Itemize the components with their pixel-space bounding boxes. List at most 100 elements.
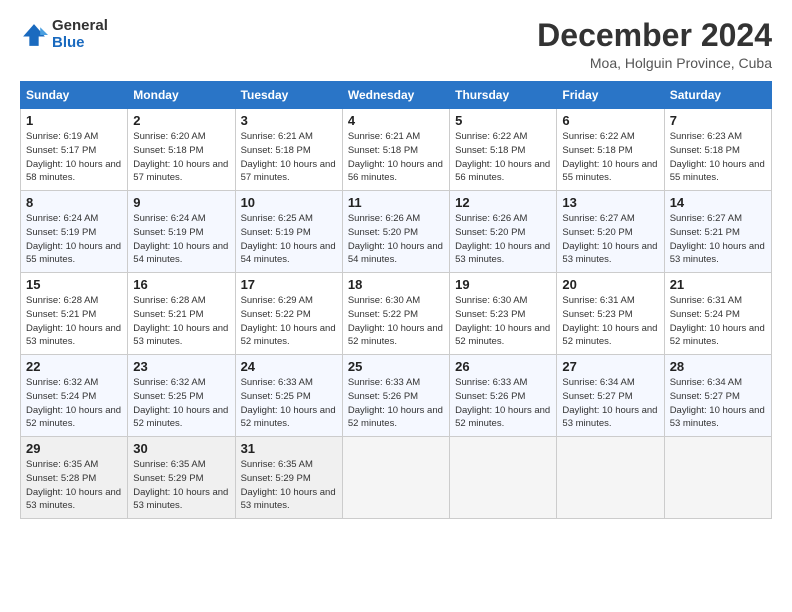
calendar-cell: 8Sunrise: 6:24 AM Sunset: 5:19 PM Daylig… <box>21 191 128 273</box>
calendar-cell: 22 Sunrise: 6:32 AM Sunset: 5:24 PM Dayli… <box>21 355 128 437</box>
day-number: 28 <box>670 359 766 374</box>
header: General Blue December 2024 Moa, Holguin … <box>20 18 772 71</box>
calendar-cell: 13Sunrise: 6:27 AM Sunset: 5:20 PM Dayli… <box>557 191 664 273</box>
calendar-weekday-friday: Friday <box>557 82 664 109</box>
day-number: 11 <box>348 195 444 210</box>
calendar-cell: 30 Sunrise: 6:35 AM Sunset: 5:29 PM Dayli… <box>128 437 235 519</box>
day-info: Sunrise: 6:27 AM Sunset: 5:21 PM Dayligh… <box>670 212 766 267</box>
calendar-weekday-thursday: Thursday <box>450 82 557 109</box>
day-info: Sunrise: 6:35 AM Sunset: 5:29 PM Dayligh… <box>241 458 337 513</box>
day-number: 16 <box>133 277 229 292</box>
logo-general-text: General <box>52 18 108 35</box>
calendar-cell: 10Sunrise: 6:25 AM Sunset: 5:19 PM Dayli… <box>235 191 342 273</box>
day-info: Sunrise: 6:23 AM Sunset: 5:18 PM Dayligh… <box>670 130 766 185</box>
day-info: Sunrise: 6:34 AM Sunset: 5:27 PM Dayligh… <box>562 376 658 431</box>
calendar-week-row: 1Sunrise: 6:19 AM Sunset: 5:17 PM Daylig… <box>21 109 772 191</box>
day-info: Sunrise: 6:26 AM Sunset: 5:20 PM Dayligh… <box>348 212 444 267</box>
day-number: 14 <box>670 195 766 210</box>
calendar-cell: 25 Sunrise: 6:33 AM Sunset: 5:26 PM Dayli… <box>342 355 449 437</box>
day-info: Sunrise: 6:33 AM Sunset: 5:26 PM Dayligh… <box>348 376 444 431</box>
calendar-cell: 9Sunrise: 6:24 AM Sunset: 5:19 PM Daylig… <box>128 191 235 273</box>
calendar-cell: 20 Sunrise: 6:31 AM Sunset: 5:23 PM Dayli… <box>557 273 664 355</box>
calendar-cell: 29 Sunrise: 6:35 AM Sunset: 5:28 PM Dayli… <box>21 437 128 519</box>
calendar-cell <box>664 437 771 519</box>
day-info: Sunrise: 6:24 AM Sunset: 5:19 PM Dayligh… <box>133 212 229 267</box>
day-number: 21 <box>670 277 766 292</box>
calendar-week-row: 22 Sunrise: 6:32 AM Sunset: 5:24 PM Dayli… <box>21 355 772 437</box>
day-number: 10 <box>241 195 337 210</box>
day-number: 17 <box>241 277 337 292</box>
calendar-cell <box>450 437 557 519</box>
calendar-cell <box>557 437 664 519</box>
calendar-cell: 11 Sunrise: 6:26 AM Sunset: 5:20 PM Dayli… <box>342 191 449 273</box>
calendar-weekday-saturday: Saturday <box>664 82 771 109</box>
day-number: 29 <box>26 441 122 456</box>
calendar-cell: 28 Sunrise: 6:34 AM Sunset: 5:27 PM Dayli… <box>664 355 771 437</box>
calendar-table: SundayMondayTuesdayWednesdayThursdayFrid… <box>20 81 772 519</box>
day-info: Sunrise: 6:22 AM Sunset: 5:18 PM Dayligh… <box>455 130 551 185</box>
day-number: 24 <box>241 359 337 374</box>
day-info: Sunrise: 6:27 AM Sunset: 5:20 PM Dayligh… <box>562 212 658 267</box>
day-number: 25 <box>348 359 444 374</box>
day-number: 6 <box>562 113 658 128</box>
day-info: Sunrise: 6:31 AM Sunset: 5:23 PM Dayligh… <box>562 294 658 349</box>
calendar-cell: 31 Sunrise: 6:35 AM Sunset: 5:29 PM Dayli… <box>235 437 342 519</box>
calendar-weekday-sunday: Sunday <box>21 82 128 109</box>
calendar-week-row: 29 Sunrise: 6:35 AM Sunset: 5:28 PM Dayli… <box>21 437 772 519</box>
page-subtitle: Moa, Holguin Province, Cuba <box>537 55 772 71</box>
day-number: 7 <box>670 113 766 128</box>
calendar-weekday-tuesday: Tuesday <box>235 82 342 109</box>
calendar-cell: 14 Sunrise: 6:27 AM Sunset: 5:21 PM Dayli… <box>664 191 771 273</box>
calendar-cell: 21 Sunrise: 6:31 AM Sunset: 5:24 PM Dayli… <box>664 273 771 355</box>
day-number: 15 <box>26 277 122 292</box>
day-info: Sunrise: 6:32 AM Sunset: 5:24 PM Dayligh… <box>26 376 122 431</box>
calendar-cell: 2 Sunrise: 6:20 AM Sunset: 5:18 PM Daylig… <box>128 109 235 191</box>
calendar-cell: 1Sunrise: 6:19 AM Sunset: 5:17 PM Daylig… <box>21 109 128 191</box>
calendar-cell: 23Sunrise: 6:32 AM Sunset: 5:25 PM Dayli… <box>128 355 235 437</box>
calendar-cell: 24 Sunrise: 6:33 AM Sunset: 5:25 PM Dayli… <box>235 355 342 437</box>
day-number: 2 <box>133 113 229 128</box>
calendar-cell: 26Sunrise: 6:33 AM Sunset: 5:26 PM Dayli… <box>450 355 557 437</box>
day-info: Sunrise: 6:24 AM Sunset: 5:19 PM Dayligh… <box>26 212 122 267</box>
day-info: Sunrise: 6:28 AM Sunset: 5:21 PM Dayligh… <box>26 294 122 349</box>
calendar-week-row: 15 Sunrise: 6:28 AM Sunset: 5:21 PM Dayli… <box>21 273 772 355</box>
day-number: 31 <box>241 441 337 456</box>
day-info: Sunrise: 6:34 AM Sunset: 5:27 PM Dayligh… <box>670 376 766 431</box>
calendar-cell: 3 Sunrise: 6:21 AM Sunset: 5:18 PM Daylig… <box>235 109 342 191</box>
day-info: Sunrise: 6:21 AM Sunset: 5:18 PM Dayligh… <box>241 130 337 185</box>
page-title: December 2024 <box>537 18 772 53</box>
logo: General Blue <box>20 18 108 51</box>
calendar-cell <box>342 437 449 519</box>
day-info: Sunrise: 6:35 AM Sunset: 5:28 PM Dayligh… <box>26 458 122 513</box>
day-number: 30 <box>133 441 229 456</box>
day-number: 27 <box>562 359 658 374</box>
day-number: 20 <box>562 277 658 292</box>
day-info: Sunrise: 6:21 AM Sunset: 5:18 PM Dayligh… <box>348 130 444 185</box>
day-number: 12 <box>455 195 551 210</box>
title-block: December 2024 Moa, Holguin Province, Cub… <box>537 18 772 71</box>
day-number: 1 <box>26 113 122 128</box>
day-info: Sunrise: 6:28 AM Sunset: 5:21 PM Dayligh… <box>133 294 229 349</box>
day-number: 19 <box>455 277 551 292</box>
day-info: Sunrise: 6:30 AM Sunset: 5:23 PM Dayligh… <box>455 294 551 349</box>
day-info: Sunrise: 6:26 AM Sunset: 5:20 PM Dayligh… <box>455 212 551 267</box>
day-info: Sunrise: 6:32 AM Sunset: 5:25 PM Dayligh… <box>133 376 229 431</box>
day-number: 3 <box>241 113 337 128</box>
day-info: Sunrise: 6:22 AM Sunset: 5:18 PM Dayligh… <box>562 130 658 185</box>
calendar-cell: 18 Sunrise: 6:30 AM Sunset: 5:22 PM Dayli… <box>342 273 449 355</box>
day-info: Sunrise: 6:30 AM Sunset: 5:22 PM Dayligh… <box>348 294 444 349</box>
calendar-header-row: SundayMondayTuesdayWednesdayThursdayFrid… <box>21 82 772 109</box>
logo-blue-text: Blue <box>52 35 108 52</box>
calendar-cell: 27 Sunrise: 6:34 AM Sunset: 5:27 PM Dayli… <box>557 355 664 437</box>
day-info: Sunrise: 6:33 AM Sunset: 5:26 PM Dayligh… <box>455 376 551 431</box>
day-number: 18 <box>348 277 444 292</box>
day-info: Sunrise: 6:35 AM Sunset: 5:29 PM Dayligh… <box>133 458 229 513</box>
day-info: Sunrise: 6:31 AM Sunset: 5:24 PM Dayligh… <box>670 294 766 349</box>
day-number: 22 <box>26 359 122 374</box>
day-info: Sunrise: 6:33 AM Sunset: 5:25 PM Dayligh… <box>241 376 337 431</box>
calendar-cell: 5 Sunrise: 6:22 AM Sunset: 5:18 PM Daylig… <box>450 109 557 191</box>
day-info: Sunrise: 6:20 AM Sunset: 5:18 PM Dayligh… <box>133 130 229 185</box>
calendar-cell: 7 Sunrise: 6:23 AM Sunset: 5:18 PM Daylig… <box>664 109 771 191</box>
calendar-cell: 16 Sunrise: 6:28 AM Sunset: 5:21 PM Dayli… <box>128 273 235 355</box>
day-number: 5 <box>455 113 551 128</box>
